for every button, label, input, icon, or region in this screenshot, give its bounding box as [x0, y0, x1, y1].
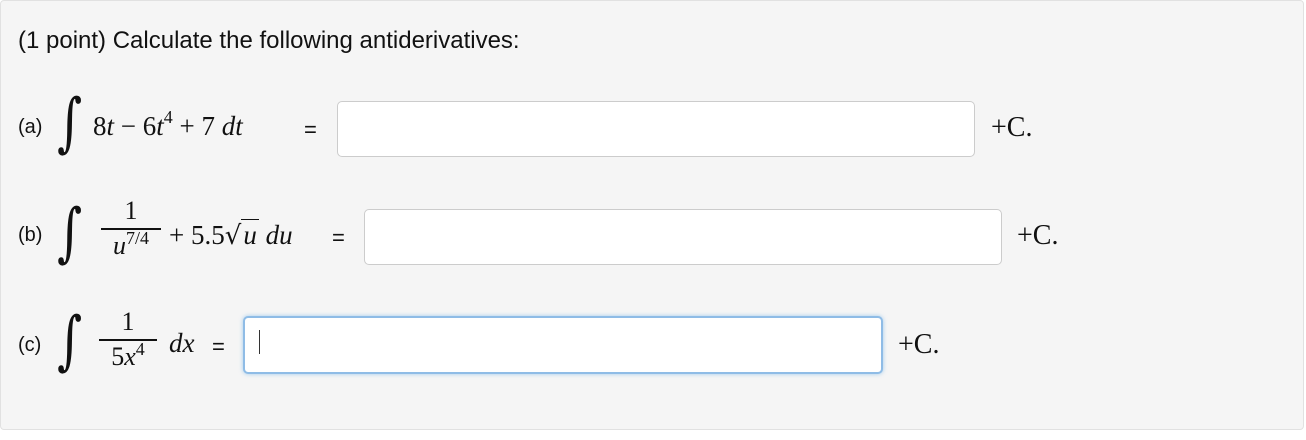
part-b-radicand: u	[241, 219, 259, 250]
part-b-plus: + 5.5	[169, 220, 225, 250]
part-a-var2: t	[156, 111, 164, 141]
part-c-den-var: x	[124, 341, 136, 371]
part-b-fraction: 1 u7/4	[101, 198, 161, 259]
part-b-denominator: u7/4	[101, 229, 161, 260]
part-a-term1: 8	[93, 111, 107, 141]
part-b-answer-input[interactable]	[364, 209, 1002, 265]
part-b-numerator: 1	[124, 196, 138, 225]
part-a-label: (a)	[18, 116, 43, 138]
part-a-minus: − 6	[114, 111, 157, 141]
integral-sign-c: ∫	[57, 304, 83, 378]
part-c-label: (c)	[18, 334, 42, 356]
part-a-equals: =	[304, 117, 317, 142]
text-cursor	[259, 330, 260, 354]
problem-prompt: (1 point) Calculate the following antide…	[18, 27, 520, 54]
part-b-label: (b)	[18, 224, 43, 246]
part-a-var1: t	[106, 111, 115, 141]
part-a-plus-c: +C.	[991, 112, 1033, 143]
fraction-bar	[99, 339, 157, 341]
part-c-denominator: 5x4	[99, 340, 157, 371]
square-root: √u	[225, 219, 259, 251]
part-c-plus-c: +C.	[898, 329, 940, 360]
part-c-den-exponent: 4	[135, 338, 145, 359]
part-a-integrand: 8t − 6t4 + 7 dt	[93, 107, 243, 142]
part-a-answer-input[interactable]	[337, 101, 975, 157]
radical-sign: √	[224, 221, 242, 251]
part-c-equals: =	[212, 334, 225, 359]
part-c-den-coef: 5	[111, 341, 125, 371]
part-c-fraction: 1 5x4	[99, 309, 157, 370]
part-c-differential: dx	[169, 328, 195, 358]
part-b-rest: + 5.5√u du	[169, 219, 293, 251]
part-b-differential: du	[258, 220, 293, 250]
part-a-exponent: 4	[163, 107, 173, 127]
part-a-differential: dt	[221, 111, 243, 141]
problem-panel: (1 point) Calculate the following antide…	[0, 0, 1304, 430]
part-a-constant: + 7	[172, 111, 222, 141]
part-b-den-var: u	[112, 230, 126, 260]
part-c-answer-wrapper	[243, 316, 883, 374]
part-b-equals: =	[332, 225, 345, 250]
integral-sign-a: ∫	[57, 86, 83, 160]
part-b-den-exponent: 7/4	[125, 227, 149, 248]
part-c-answer-input[interactable]	[243, 316, 883, 374]
part-c-numerator: 1	[121, 307, 135, 336]
integral-sign-b: ∫	[57, 196, 83, 270]
part-b-plus-c: +C.	[1017, 220, 1059, 251]
